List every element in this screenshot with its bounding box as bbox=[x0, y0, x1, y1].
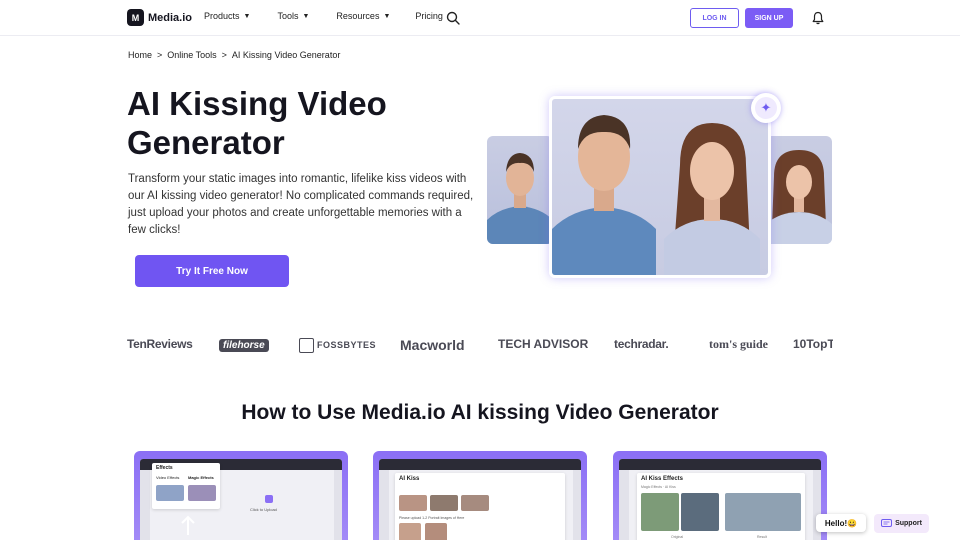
magic-effects-tab: Magic Effects bbox=[188, 475, 214, 480]
press-logos: TenReviews filehorse FOSSBYTES Macworld … bbox=[127, 337, 833, 355]
nav-pricing[interactable]: Pricing bbox=[415, 11, 443, 21]
hero-description: Transform your static images into romant… bbox=[128, 173, 474, 236]
bell-icon[interactable] bbox=[812, 11, 824, 25]
kiss-thumbnail[interactable] bbox=[399, 495, 427, 511]
kiss-thumbnail[interactable] bbox=[430, 495, 458, 511]
man-portrait-image bbox=[487, 136, 553, 244]
result-caption: Result bbox=[757, 535, 767, 539]
press-logo-techradar: techradar. bbox=[614, 337, 669, 351]
chevron-down-icon: ▼ bbox=[302, 12, 310, 20]
chevron-down-icon: ▼ bbox=[383, 12, 391, 20]
effect-thumbnail bbox=[156, 485, 184, 501]
original-photo-a bbox=[641, 493, 679, 531]
breadcrumb-separator: > bbox=[221, 50, 227, 60]
press-logo-fossbytes: FOSSBYTES bbox=[299, 338, 376, 353]
signup-button[interactable]: SIGN UP bbox=[745, 8, 793, 28]
press-logo-filehorse: filehorse bbox=[219, 339, 269, 352]
effects-panel: Effects Video Effects Magic Effects bbox=[152, 463, 220, 509]
breadcrumb: Home > Online Tools > AI Kissing Video G… bbox=[128, 50, 340, 60]
upload-hint: Please upload 1-2 Portrait Images of Her… bbox=[399, 516, 465, 520]
step-card-upload: Effects Video Effects Magic Effects Clic… bbox=[134, 451, 348, 540]
press-logo-tomsguide: tom's guide bbox=[709, 337, 769, 351]
nav-label: Products bbox=[204, 11, 240, 21]
portrait-upload-slot[interactable] bbox=[425, 523, 447, 540]
press-logo-10topten: 10TopTe bbox=[793, 337, 833, 351]
portrait-upload-slot[interactable] bbox=[399, 523, 421, 540]
ai-kiss-panel-title: AI Kiss bbox=[399, 476, 420, 482]
nav-label: Tools bbox=[277, 11, 299, 21]
press-logo-macworld: Macworld bbox=[400, 337, 465, 353]
nav-tools[interactable]: Tools ▼ bbox=[277, 11, 309, 21]
logo-mark: M bbox=[127, 9, 144, 26]
login-button[interactable]: LOG IN bbox=[690, 8, 739, 28]
ai-kiss-panel: AI Kiss Please upload 1-2 Portrait Image… bbox=[395, 473, 565, 540]
app-topbar bbox=[619, 459, 821, 470]
kiss-thumbnail[interactable] bbox=[461, 495, 489, 511]
app-topbar bbox=[379, 459, 581, 470]
effects-panel-title: Effects bbox=[156, 465, 173, 471]
ai-kiss-effects-panel: AI Kiss Effects Magic Effects · AI Kiss … bbox=[637, 473, 805, 540]
effects-sub-label: Magic Effects · AI Kiss bbox=[641, 485, 676, 489]
site-header: M Media.io Products ▼ Tools ▼ Resources … bbox=[0, 0, 960, 36]
try-free-button[interactable]: Try It Free Now bbox=[135, 255, 289, 287]
search-icon[interactable] bbox=[446, 11, 460, 25]
app-sidebar bbox=[619, 470, 629, 540]
original-photo-b bbox=[681, 493, 719, 531]
breadcrumb-current: AI Kissing Video Generator bbox=[231, 50, 341, 60]
logo-text: Media.io bbox=[148, 11, 193, 24]
kissing-couple-preview-image bbox=[549, 96, 771, 278]
step-screenshot: AI Kiss Effects Magic Effects · AI Kiss … bbox=[619, 459, 821, 540]
howto-heading: How to Use Media.io AI kissing Video Gen… bbox=[241, 401, 719, 424]
chevron-down-icon: ▼ bbox=[243, 12, 251, 20]
ai-sparkle-badge: ✦ bbox=[751, 93, 781, 123]
app-sidebar bbox=[379, 470, 389, 540]
support-label: Support bbox=[895, 520, 922, 527]
app-sidebar bbox=[140, 470, 150, 540]
step-card-result: AI Kiss Effects Magic Effects · AI Kiss … bbox=[613, 451, 827, 540]
nav-label: Pricing bbox=[415, 11, 443, 21]
nav-label: Resources bbox=[336, 11, 380, 21]
breadcrumb-home[interactable]: Home bbox=[128, 50, 152, 60]
effect-thumbnail bbox=[188, 485, 216, 501]
result-photo bbox=[725, 493, 801, 531]
upload-icon[interactable] bbox=[265, 495, 273, 503]
press-logo-fossbytes-text: FOSSBYTES bbox=[317, 339, 377, 350]
video-effects-tab: Video Effects bbox=[156, 475, 180, 480]
step-card-select: AI Kiss Please upload 1-2 Portrait Image… bbox=[373, 451, 587, 540]
main-nav: Products ▼ Tools ▼ Resources ▼ Pricing bbox=[204, 11, 443, 21]
page-title: AI Kissing Video Generator bbox=[127, 85, 387, 161]
chat-icon bbox=[881, 519, 893, 527]
arrow-up-icon bbox=[181, 515, 195, 535]
upload-label: Click to Upload bbox=[250, 507, 277, 512]
logo[interactable]: M Media.io bbox=[127, 9, 192, 26]
app-rightbar bbox=[334, 470, 342, 540]
nav-products[interactable]: Products ▼ bbox=[204, 11, 250, 21]
app-rightbar bbox=[573, 470, 581, 540]
nav-resources[interactable]: Resources ▼ bbox=[336, 11, 390, 21]
step-screenshot: AI Kiss Please upload 1-2 Portrait Image… bbox=[379, 459, 581, 540]
woman-portrait-image bbox=[766, 136, 832, 244]
step-screenshot: Effects Video Effects Magic Effects Clic… bbox=[140, 459, 342, 540]
support-button[interactable]: Support bbox=[874, 514, 929, 533]
ai-kiss-effects-title: AI Kiss Effects bbox=[641, 476, 684, 482]
sparkle-icon: ✦ bbox=[755, 97, 777, 119]
breadcrumb-separator: > bbox=[157, 50, 163, 60]
hello-chat-bubble[interactable]: Hello!😀 bbox=[816, 514, 866, 532]
breadcrumb-online-tools[interactable]: Online Tools bbox=[167, 50, 216, 60]
press-logo-tenreviews: TenReviews bbox=[127, 337, 193, 351]
original-caption: Original bbox=[671, 535, 684, 539]
press-logo-techadvisor: TECH ADVISOR bbox=[498, 337, 589, 351]
